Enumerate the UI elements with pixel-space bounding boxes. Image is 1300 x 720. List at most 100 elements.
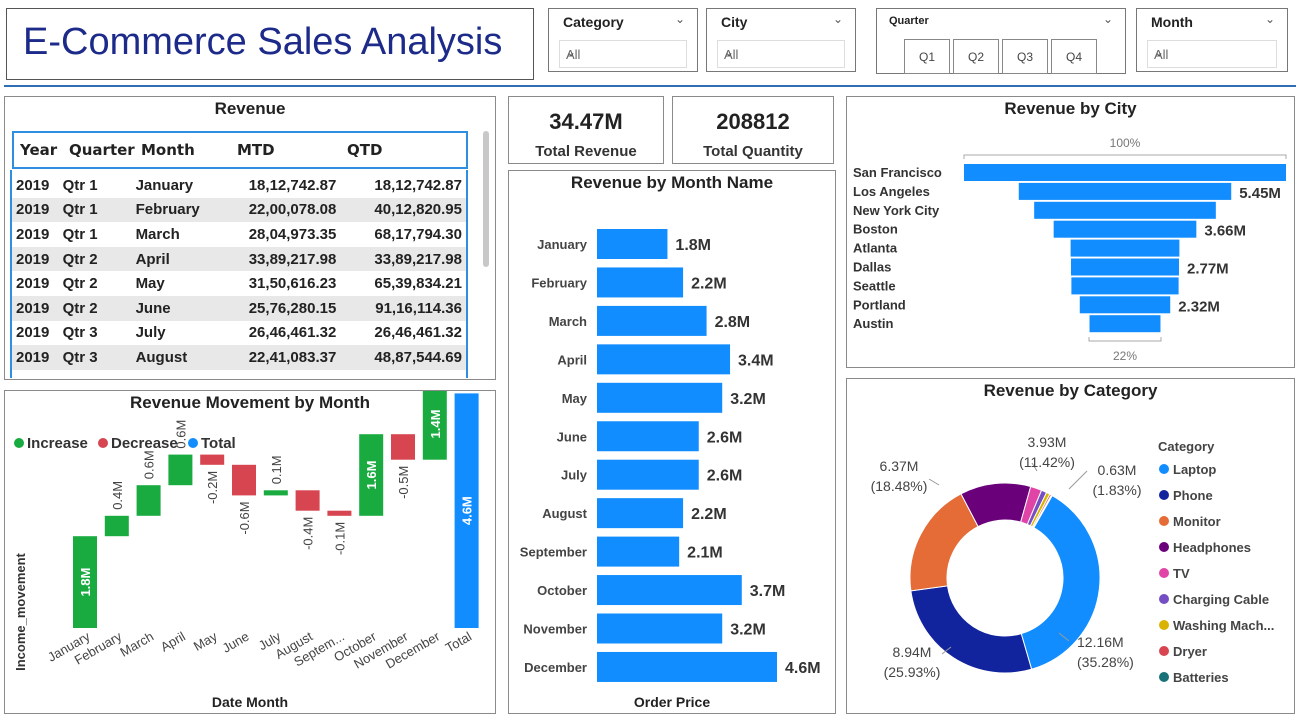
waterfall-bar[interactable]: [391, 434, 415, 460]
city-funnel-bar[interactable]: [964, 164, 1286, 181]
waterfall-bar[interactable]: [168, 454, 193, 486]
chevron-down-icon[interactable]: ⌄: [1154, 45, 1268, 59]
month-bar[interactable]: [597, 498, 684, 529]
donut-value-label: 3.93M: [1028, 434, 1067, 450]
donut-legend-item[interactable]: Phone: [1173, 488, 1213, 503]
month-axis-label: January: [537, 237, 588, 252]
month-bar-label: 2.2M: [691, 275, 727, 292]
column-header-mtd[interactable]: MTD: [237, 141, 275, 159]
month-bar[interactable]: [597, 267, 684, 298]
column-header-month[interactable]: Month: [141, 141, 195, 159]
donut-legend-item[interactable]: Monitor: [1173, 514, 1221, 529]
month-bar[interactable]: [597, 536, 680, 567]
chevron-down-icon[interactable]: ⌄: [675, 12, 685, 26]
table-row[interactable]: 2019 Qtr 2 May 31,50,616.23 65,39,834.21: [12, 271, 466, 296]
quarter-button-q3[interactable]: Q3: [1002, 39, 1048, 74]
month-bar-chart-panel: Revenue by Month Name January 1.8M Februar…: [508, 170, 836, 714]
waterfall-bar[interactable]: [200, 454, 225, 465]
table-row[interactable]: 2019 Qtr 2 April 33,89,217.98 33,89,217.98: [12, 246, 466, 272]
donut-legend-item[interactable]: Batteries: [1173, 670, 1229, 685]
chevron-down-icon[interactable]: ⌄: [1265, 12, 1275, 26]
donut-legend-item[interactable]: Laptop: [1173, 462, 1216, 477]
city-axis-label: Portland: [853, 297, 906, 312]
city-funnel-bar[interactable]: [1018, 182, 1232, 200]
cell-month: August: [135, 348, 188, 366]
waterfall-bar[interactable]: [232, 464, 256, 496]
column-header-year[interactable]: Year: [20, 141, 57, 159]
month-chart-xlabel: Order Price: [633, 694, 711, 710]
month-axis-label: July: [561, 468, 588, 483]
month-bar[interactable]: [597, 305, 707, 336]
donut-slice[interactable]: [909, 493, 979, 592]
waterfall-axis-label: April: [158, 629, 188, 655]
waterfall-bar[interactable]: [136, 485, 161, 516]
table-row[interactable]: 2019 Qtr 1 March 28,04,973.35 68,17,794.30: [12, 222, 466, 247]
city-funnel-bar[interactable]: [1071, 258, 1179, 276]
month-bar[interactable]: [597, 421, 699, 452]
legend-label: Decrease: [111, 435, 178, 452]
dashboard-title-box: E-Commerce Sales Analysis: [6, 8, 534, 80]
waterfall-bar[interactable]: [295, 490, 320, 511]
table-row[interactable]: 2019 Qtr 1 February 22,00,078.08 40,12,820.9…: [12, 197, 466, 223]
table-header-row: Year Quarter Month MTD QTD: [12, 131, 468, 169]
cell-year: 2019: [16, 225, 50, 243]
waterfall-bar[interactable]: [327, 510, 352, 516]
table-row[interactable]: 2019 Qtr 1 January 18,12,742.87 18,12,742.87: [12, 173, 466, 198]
city-funnel-bar[interactable]: [1034, 201, 1216, 219]
city-funnel-bar[interactable]: [1070, 239, 1180, 257]
month-bar[interactable]: [597, 575, 742, 606]
cell-month: July: [135, 324, 166, 342]
chevron-down-icon[interactable]: ⌄: [724, 45, 836, 59]
donut-value-label: 12.16M: [1077, 634, 1124, 650]
month-bar-label: 3.2M: [730, 391, 766, 408]
quarter-button-q4[interactable]: Q4: [1051, 39, 1097, 74]
month-axis-label: February: [531, 275, 587, 290]
donut-legend-item[interactable]: Charging Cable: [1173, 592, 1269, 607]
category-dropdown[interactable]: All ⌄: [559, 40, 687, 68]
city-slicer[interactable]: City ⌄ All ⌄: [706, 8, 856, 72]
city-funnel-bar[interactable]: [1071, 277, 1179, 295]
waterfall-bar[interactable]: [104, 515, 129, 537]
month-dropdown[interactable]: All ⌄: [1147, 40, 1277, 68]
donut-legend-item[interactable]: Headphones: [1173, 540, 1251, 555]
city-funnel-bar[interactable]: [1053, 220, 1197, 238]
chevron-down-icon[interactable]: ⌄: [833, 12, 843, 26]
table-row[interactable]: 2019 Qtr 2 June 25,76,280.15 91,16,114.36: [12, 295, 466, 321]
donut-legend-item[interactable]: Washing Mach...: [1173, 618, 1274, 633]
chevron-down-icon[interactable]: ⌄: [1103, 12, 1113, 26]
quarter-button-q1[interactable]: Q1: [904, 39, 950, 74]
chevron-down-icon[interactable]: ⌄: [566, 45, 678, 59]
donut-legend-item[interactable]: TV: [1173, 566, 1190, 581]
city-bar-label: 2.77M: [1187, 261, 1229, 278]
funnel-top-bracket: [963, 154, 1287, 159]
table-row[interactable]: 2019 Qtr 3 July 26,46,461.32 26,46,461.32: [12, 321, 466, 346]
city-dropdown[interactable]: All ⌄: [717, 40, 845, 68]
column-header-qtd[interactable]: QTD: [347, 141, 382, 159]
table-scrollbar[interactable]: [483, 131, 489, 267]
month-bar[interactable]: [597, 344, 731, 375]
city-funnel-bar[interactable]: [1089, 315, 1161, 333]
quarter-button-q2[interactable]: Q2: [953, 39, 999, 74]
category-slicer[interactable]: Category ⌄ All ⌄: [548, 8, 698, 72]
column-header-quarter[interactable]: Quarter: [69, 141, 135, 159]
month-slicer[interactable]: Month ⌄ All ⌄: [1136, 8, 1288, 72]
city-funnel-panel: Revenue by City 100% San Francisco Los Ang…: [846, 96, 1295, 368]
waterfall-panel: Revenue Movement by Month Increase Decrea…: [4, 390, 496, 714]
month-bar[interactable]: [597, 459, 699, 490]
city-axis-label: Austin: [853, 316, 894, 331]
month-bar[interactable]: [597, 651, 777, 682]
month-bar[interactable]: [597, 613, 723, 644]
waterfall-value-label: 1.6M: [364, 461, 379, 490]
table-row[interactable]: 2019 Qtr 3 August 22,41,083.37 48,87,544.69: [12, 345, 466, 370]
month-bar[interactable]: [597, 229, 668, 259]
city-bar-label: 5.45M: [1239, 185, 1281, 202]
city-axis-label: Dallas: [853, 260, 891, 275]
month-bar[interactable]: [597, 382, 723, 413]
waterfall-bar[interactable]: [263, 490, 288, 496]
city-funnel-bar[interactable]: [1079, 296, 1171, 314]
donut-leader-line: [928, 478, 940, 486]
legend-marker: [1159, 594, 1169, 604]
donut-legend-item[interactable]: Dryer: [1173, 644, 1207, 659]
month-axis-label: June: [557, 429, 587, 444]
cell-year: 2019: [16, 201, 50, 219]
